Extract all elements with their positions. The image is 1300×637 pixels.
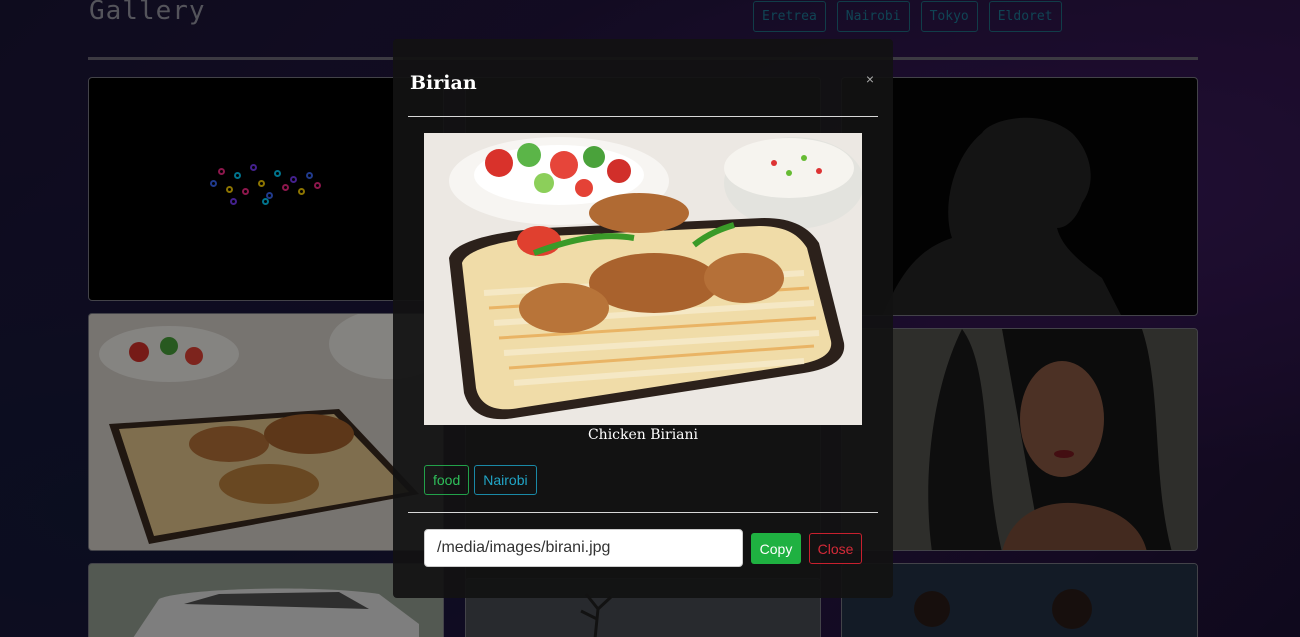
image-path-input[interactable]	[424, 529, 743, 567]
tag-food[interactable]: food	[424, 465, 470, 495]
close-icon[interactable]: ×	[863, 72, 877, 86]
tag-nairobi[interactable]: Nairobi	[474, 465, 537, 495]
image-tags: food Nairobi	[424, 465, 537, 495]
modal-title: Birian	[410, 72, 477, 94]
copy-button[interactable]: Copy	[751, 533, 801, 564]
close-button[interactable]: Close	[809, 533, 862, 564]
image-caption: Chicken Biriani	[587, 427, 699, 443]
modal-header	[408, 39, 878, 117]
biryani-image	[424, 133, 862, 425]
image-detail-modal: Birian × Chicken Biriani food Nairobi /m…	[393, 39, 893, 598]
modal-footer-divider	[408, 512, 878, 513]
